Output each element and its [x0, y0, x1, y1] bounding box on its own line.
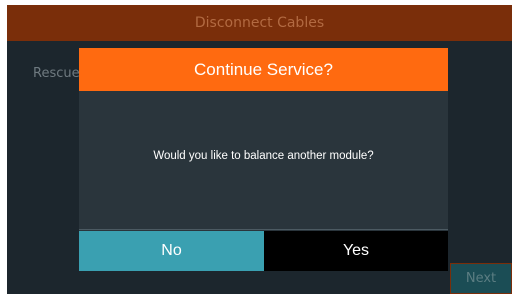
- app-screen: Disconnect Cables Rescue Next Continue S…: [7, 5, 512, 294]
- next-button[interactable]: Next: [450, 263, 512, 294]
- no-button-label: No: [161, 242, 182, 259]
- yes-button-label: Yes: [342, 242, 370, 259]
- dialog-title: Continue Service?: [194, 59, 333, 79]
- header-bar: Disconnect Cables: [7, 5, 512, 41]
- continue-service-dialog: Continue Service? Would you like to bala…: [79, 48, 448, 271]
- dialog-message: Would you like to balance another module…: [153, 150, 374, 162]
- no-button[interactable]: No: [79, 231, 264, 271]
- header-title: Disconnect Cables: [194, 15, 325, 31]
- yes-button[interactable]: Yes: [264, 231, 448, 271]
- next-button-label: Next: [465, 271, 497, 286]
- dialog-divider: [79, 229, 448, 230]
- background-label: Rescue: [33, 66, 80, 81]
- dialog-title-bar: Continue Service?: [79, 48, 448, 91]
